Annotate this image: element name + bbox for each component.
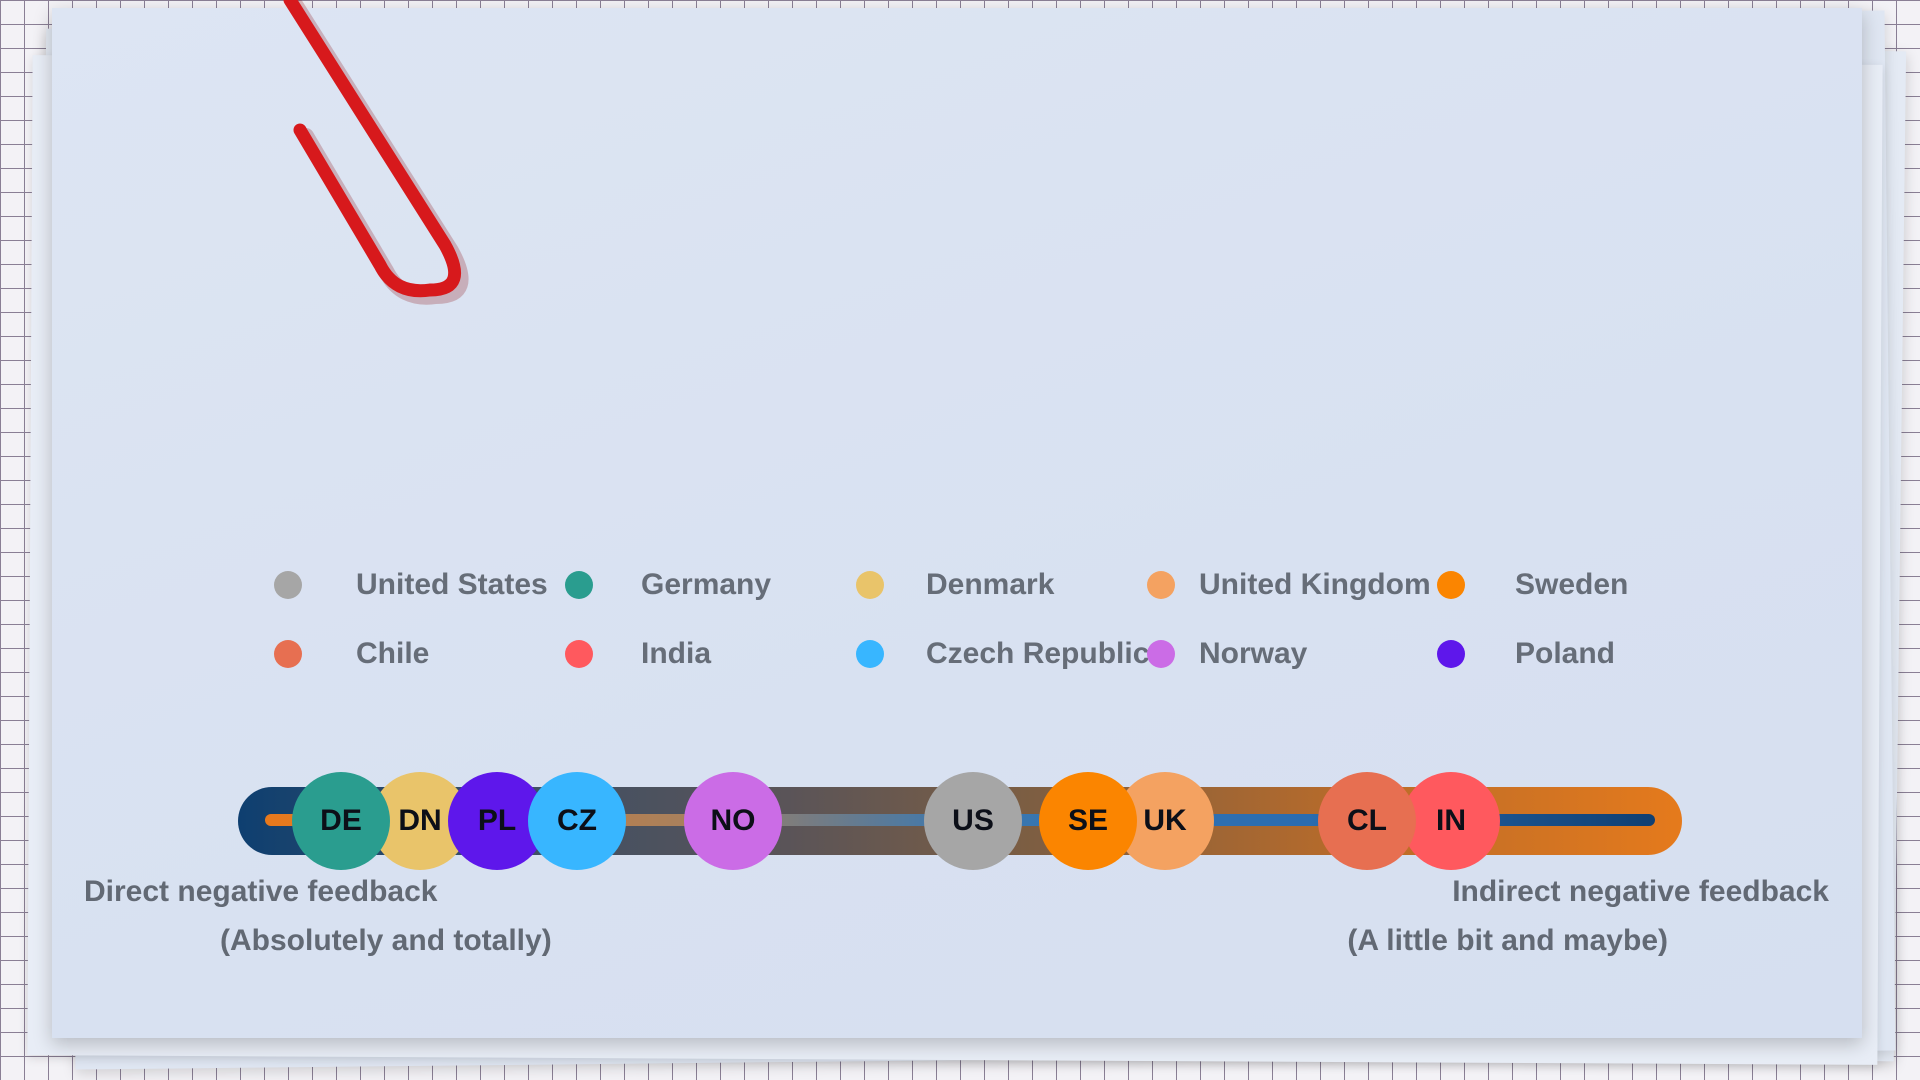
country-code: CZ [557,804,597,837]
country-marker-de: DE [292,772,390,870]
country-code: NO [710,804,756,837]
left-scale-label: Direct negative feedback [84,875,438,908]
right-scale-label: Indirect negative feedback [1452,875,1829,908]
country-code: IN [1436,804,1466,837]
right-scale-sublabel: (A little bit and maybe) [1347,924,1668,957]
country-marker-no: NO [684,772,782,870]
country-code: DE [320,804,362,837]
country-marker-cl: CL [1318,772,1416,870]
country-marker-cz: CZ [528,772,626,870]
country-code: DN [398,804,442,837]
country-code: PL [477,804,517,837]
country-marker-us: US [924,772,1022,870]
paperclip-icon [283,0,469,305]
country-code: UK [1143,804,1187,837]
country-marker-se: SE [1039,772,1137,870]
country-code: CL [1347,804,1387,837]
country-marker-in: IN [1402,772,1500,870]
country-code: SE [1067,804,1109,837]
country-code: US [952,804,994,837]
left-scale-sublabel: (Absolutely and totally) [220,924,552,957]
